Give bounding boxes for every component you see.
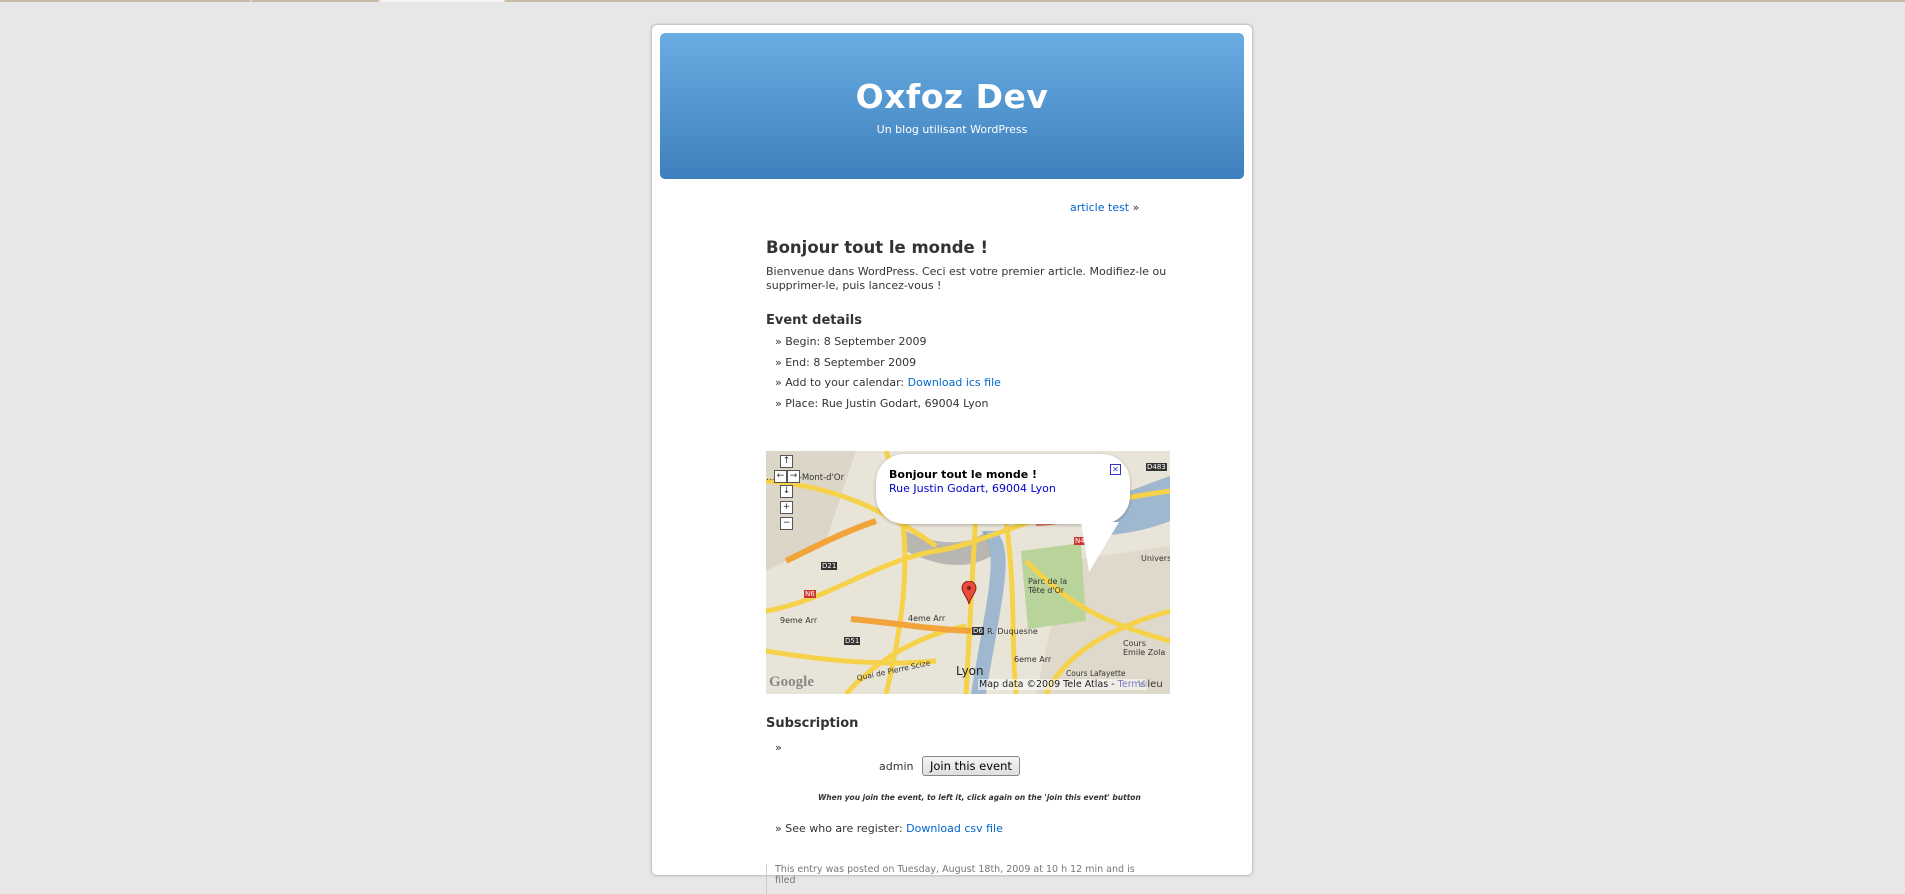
info-window-tail: [1081, 522, 1119, 572]
subscription-heading: Subscription: [766, 716, 859, 731]
map-zoom-out-icon[interactable]: −: [780, 517, 793, 530]
map-credit-text: Map data ©2009 Tele Atlas -: [979, 679, 1118, 690]
map-road-label: D6: [972, 627, 984, 635]
browser-tab[interactable]: [506, 0, 1905, 2]
page-container: Oxfoz Dev Un blog utilisant WordPress ar…: [651, 24, 1253, 894]
blog-description: Un blog utilisant WordPress: [876, 123, 1028, 136]
map-pan-down-icon[interactable]: ↓: [780, 485, 793, 498]
info-window-title: Bonjour tout le monde !: [889, 468, 1038, 481]
event-place: » Place: Rue Justin Godart, 69004 Lyon: [775, 396, 989, 410]
map-road-label: D21: [821, 562, 838, 570]
browser-tab-active[interactable]: [380, 0, 504, 2]
post-title[interactable]: Bonjour tout le monde !: [766, 238, 1176, 257]
map-credit: Map data ©2009 Tele Atlas - Terms: [978, 679, 1147, 690]
map-street-label: R. Duquesne: [987, 627, 1038, 636]
join-row: admin Join this event: [879, 756, 1020, 776]
event-map[interactable]: Lyon 4eme Arr 6eme Arr 9eme Arr Parc de …: [766, 451, 1170, 694]
blog-title[interactable]: Oxfoz Dev: [660, 77, 1244, 116]
blog-header[interactable]: Oxfoz Dev Un blog utilisant WordPress: [660, 33, 1244, 179]
download-ics-link[interactable]: Download ics file: [908, 376, 1001, 389]
csv-label: » See who are register:: [775, 822, 907, 835]
map-pan-right-icon[interactable]: →: [787, 470, 800, 483]
post: Bonjour tout le monde ! Bienvenue dans W…: [766, 238, 1176, 417]
next-arrow: »: [1132, 201, 1140, 214]
map-label: 6eme Arr: [1014, 655, 1052, 664]
map-marker-icon[interactable]: [961, 581, 977, 605]
map-label: 9eme Arr: [780, 616, 818, 625]
browser-tab[interactable]: [252, 0, 378, 2]
info-window-address-link[interactable]: Rue Justin Godart, 69004 Lyon: [889, 482, 1056, 495]
map-pan-up-icon[interactable]: ↑: [780, 455, 793, 468]
browser-tab-strip: [0, 0, 1905, 2]
event-calendar: » Add to your calendar: Download ics fil…: [775, 376, 1176, 390]
event-details-heading: Event details: [766, 313, 862, 328]
join-event-button[interactable]: Join this event: [921, 756, 1020, 776]
map-label: Lyon: [956, 664, 984, 678]
calendar-label: » Add to your calendar:: [775, 376, 908, 389]
post-content: Bienvenue dans WordPress. Ceci est votre…: [766, 265, 1167, 292]
post-metadata: This entry was posted on Tuesday, August…: [766, 864, 1155, 894]
browser-tab[interactable]: [0, 0, 250, 2]
google-logo[interactable]: Google: [769, 674, 814, 691]
map-street-label: Cours Lafayette: [1066, 669, 1126, 678]
map-road-label: D483: [1146, 463, 1167, 471]
event-end: » End: 8 September 2009: [775, 355, 917, 369]
event-details-list: » Begin: 8 September 2009 » End: 8 Septe…: [766, 335, 1176, 411]
map-street-label: Univers: [1141, 554, 1170, 563]
map-label: Parc de la Tête d'Or: [1028, 577, 1068, 595]
subscription-bullet: »: [775, 741, 782, 754]
map-label: 4eme Arr: [908, 614, 946, 623]
download-csv-link[interactable]: Download csv file: [906, 822, 1003, 835]
join-note: When you join the event, to left it, cli…: [818, 793, 1141, 802]
map-zoom-in-icon[interactable]: +: [780, 501, 793, 514]
map-road-label: D51: [844, 637, 861, 645]
map-road-label: N6: [804, 590, 816, 598]
event-begin: » Begin: 8 September 2009: [775, 335, 927, 348]
close-icon[interactable]: ✕: [1110, 464, 1121, 475]
post-navigation: article test »: [1070, 201, 1139, 214]
map-info-window: Bonjour tout le monde ! Rue Justin Godar…: [876, 454, 1130, 572]
csv-row: » See who are register: Download csv fil…: [775, 822, 1003, 835]
map-pan-left-icon[interactable]: ←: [774, 470, 787, 483]
next-post-link[interactable]: article test: [1070, 201, 1129, 214]
subscription-section: Subscription » admin Join this event Whe…: [766, 716, 1176, 835]
map-street-label: Cours Emile Zola: [1123, 639, 1166, 657]
map-terms-link[interactable]: Terms: [1118, 679, 1146, 690]
username: admin: [879, 760, 914, 773]
